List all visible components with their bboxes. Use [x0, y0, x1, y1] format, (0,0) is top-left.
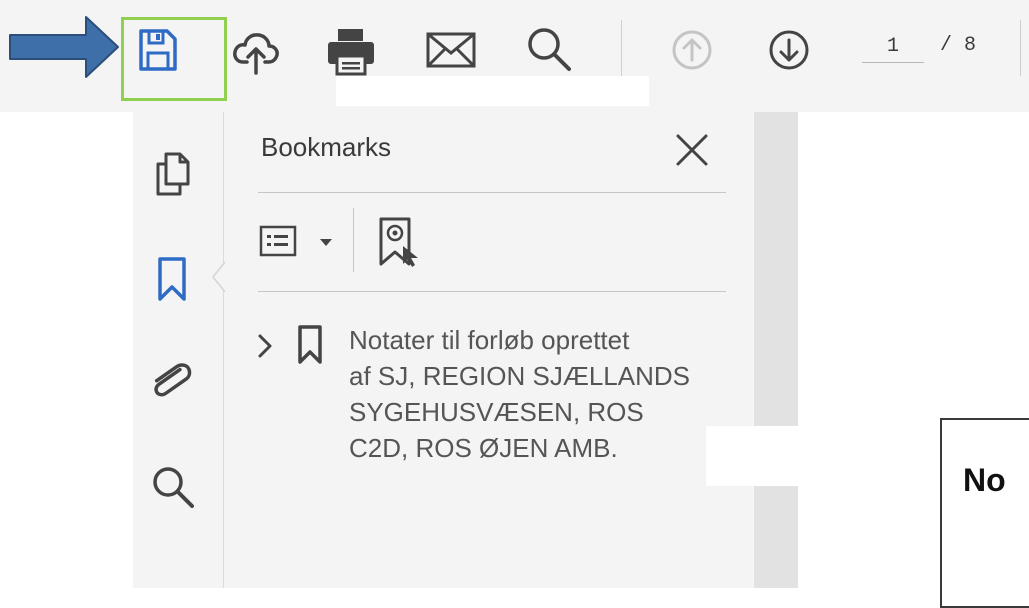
bookmark-icon	[298, 325, 322, 364]
list-options-icon	[259, 225, 332, 257]
bookmarks-button[interactable]	[154, 255, 190, 305]
document-page	[940, 418, 1029, 608]
attachments-button[interactable]	[146, 356, 194, 404]
arrow-up-circle-icon	[672, 30, 712, 70]
page-number-input[interactable]	[862, 30, 924, 63]
left-margin	[0, 112, 133, 588]
expand-bookmark-button[interactable]	[255, 330, 277, 362]
panel-divider	[258, 291, 726, 292]
new-bookmark-icon	[379, 217, 418, 267]
toolbar-separator	[621, 20, 622, 76]
bookmark-options-button[interactable]	[258, 222, 340, 262]
next-page-button[interactable]	[767, 28, 811, 72]
page-thumbnails-icon	[156, 152, 190, 196]
bookmark-entry-line: SYGEHUSVÆSEN, ROS	[349, 397, 644, 427]
save-button[interactable]	[133, 26, 181, 76]
toolbar-separator	[1020, 20, 1021, 76]
save-icon	[139, 29, 177, 71]
page-thumbnails-button[interactable]	[150, 150, 196, 196]
toolbar-overlay-strip	[336, 76, 649, 106]
page-total: / 8	[940, 34, 977, 57]
panel-divider	[258, 192, 726, 193]
chevron-right-icon	[258, 334, 272, 358]
bookmark-entry[interactable]: Notater til forløb oprettet af SJ, REGIO…	[349, 322, 749, 466]
search-icon	[153, 467, 194, 508]
bookmark-entry-line: af SJ, REGION SJÆLLANDS	[349, 361, 690, 391]
bookmark-entry-line: C2D, ROS ØJEN AMB.	[349, 433, 618, 463]
bookmark-entry-icon-wrap	[296, 324, 324, 366]
arrow-down-circle-icon	[769, 30, 809, 70]
bookmark-icon	[158, 257, 186, 301]
panel-title: Bookmarks	[261, 132, 392, 162]
bookmark-entry-line: Notater til forløb oprettet	[349, 325, 630, 355]
close-panel-button[interactable]	[672, 130, 712, 170]
cloud-upload-icon	[233, 33, 279, 75]
close-icon	[676, 134, 708, 166]
paperclip-icon	[154, 363, 192, 397]
document-heading: No	[963, 462, 1006, 498]
email-button[interactable]	[425, 30, 477, 72]
active-tab-pointer	[212, 262, 226, 292]
upload-button[interactable]	[231, 26, 281, 76]
annotation-arrow-icon	[9, 16, 119, 78]
print-button[interactable]	[326, 26, 376, 76]
search-icon	[528, 28, 571, 71]
previous-page-button[interactable]	[670, 28, 714, 72]
find-button[interactable]	[524, 24, 574, 74]
panel-splitter[interactable]	[754, 112, 798, 588]
toolbar-separator	[353, 208, 354, 272]
rail-search-button[interactable]	[148, 462, 196, 510]
new-bookmark-button[interactable]	[377, 216, 427, 268]
printer-icon	[328, 29, 374, 76]
mail-icon	[426, 32, 476, 68]
